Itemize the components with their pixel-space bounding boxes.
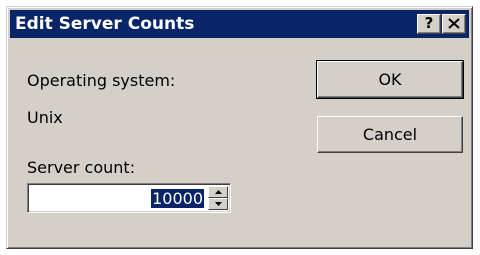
title-bar[interactable]: Edit Server Counts ? — [10, 10, 469, 38]
spin-up-button[interactable] — [208, 186, 228, 198]
spin-down-button[interactable] — [208, 198, 228, 210]
help-button[interactable]: ? — [417, 14, 441, 34]
spinner-buttons — [208, 186, 228, 210]
window-title: Edit Server Counts — [15, 14, 195, 34]
operating-system-label: Operating system: — [27, 71, 176, 90]
cancel-button[interactable]: Cancel — [317, 116, 463, 153]
server-count-spinner[interactable]: 10000 — [27, 183, 231, 213]
arrow-down-icon — [215, 202, 222, 206]
edit-server-counts-dialog: Edit Server Counts ? Operating system: U… — [6, 6, 473, 249]
ok-button[interactable]: OK — [316, 60, 464, 99]
server-count-label: Server count: — [27, 158, 136, 177]
close-button[interactable] — [442, 14, 466, 34]
operating-system-value: Unix — [27, 108, 63, 127]
arrow-up-icon — [215, 190, 222, 194]
server-count-input[interactable]: 10000 — [151, 189, 204, 208]
close-icon — [448, 18, 460, 29]
